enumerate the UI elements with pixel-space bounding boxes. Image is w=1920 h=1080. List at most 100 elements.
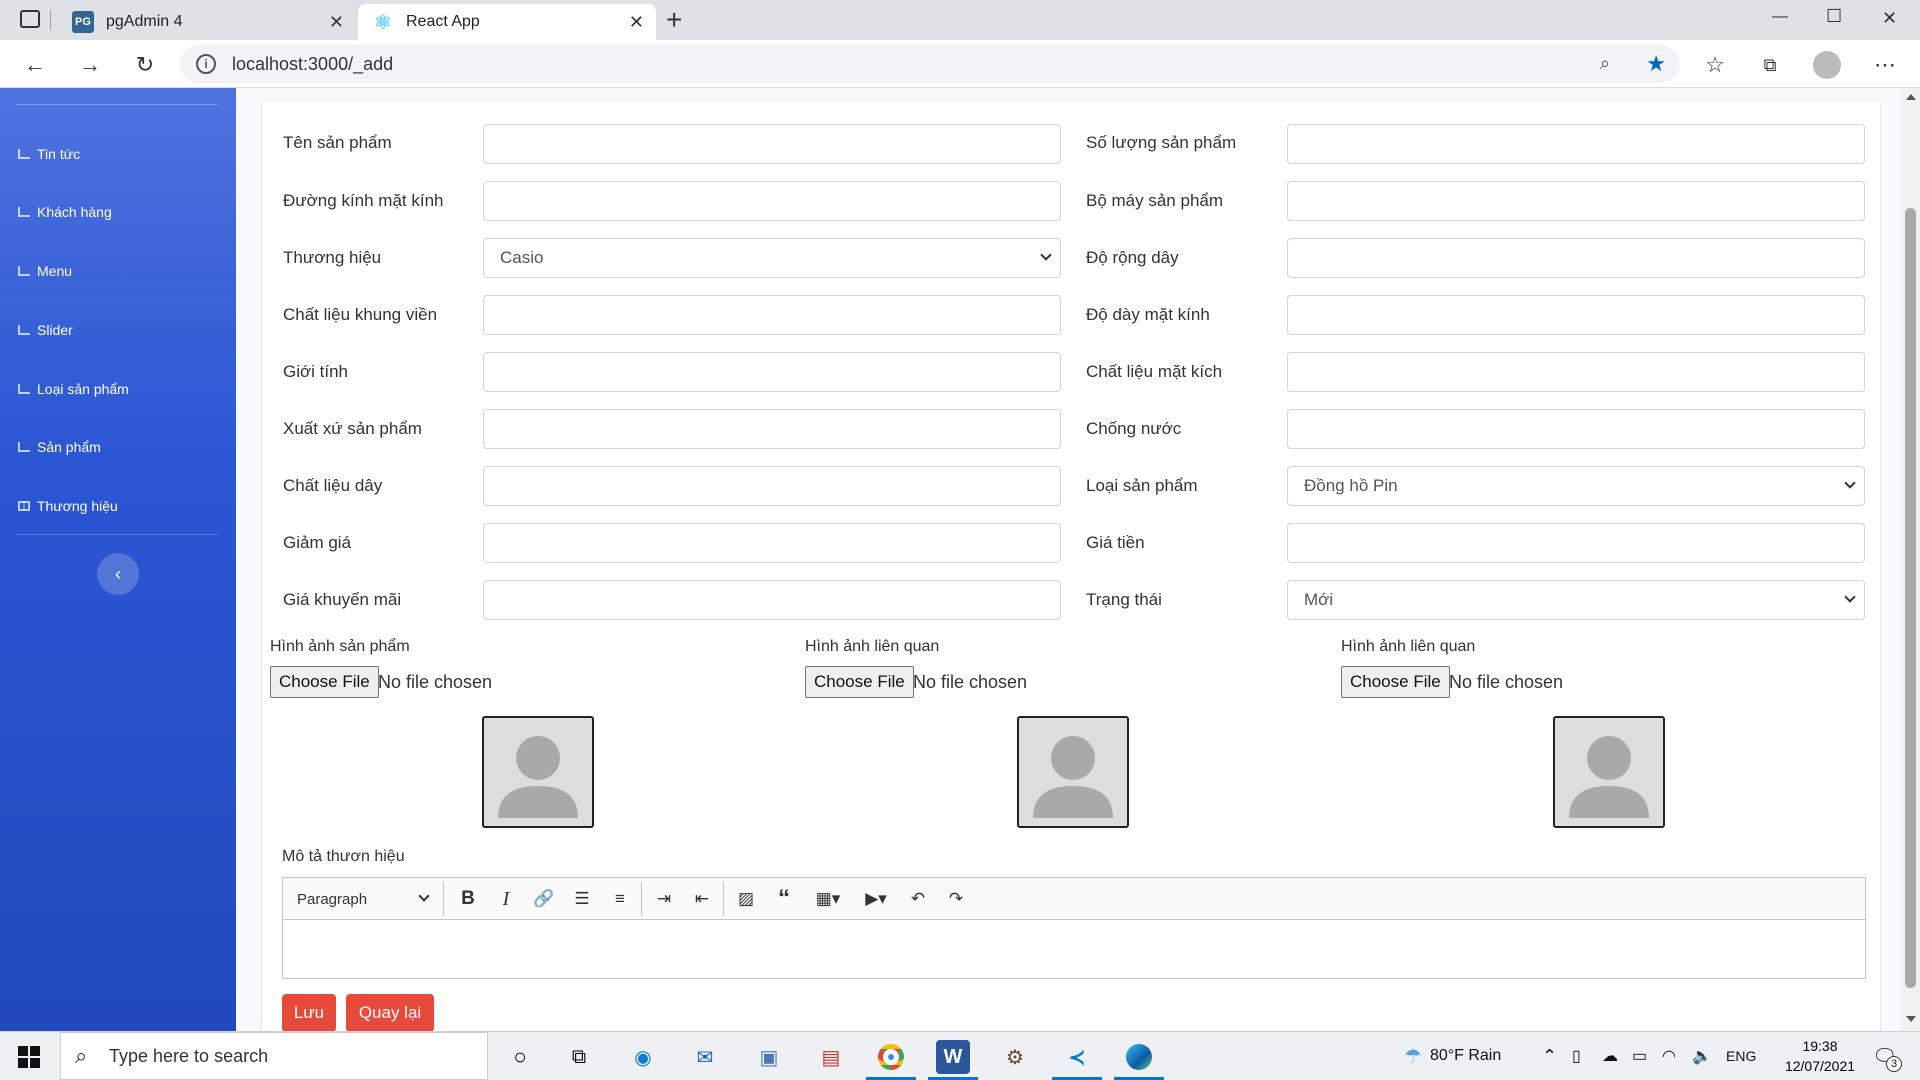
refresh-icon[interactable]: ↻	[130, 50, 160, 80]
favorite-star-icon[interactable]: ★	[1646, 51, 1666, 77]
sidebar-item-tin-tuc[interactable]: Tin tức	[18, 142, 80, 166]
taskbar-search-input[interactable]: ⌕ Type here to search	[60, 1032, 488, 1080]
app-icon-1[interactable]: ◉	[626, 1040, 660, 1074]
minimize-button[interactable]: —	[1772, 8, 1788, 26]
tab-actions-icon[interactable]	[20, 10, 40, 28]
chart-icon	[18, 325, 30, 335]
save-button[interactable]: Lưu	[282, 994, 336, 1032]
language-indicator[interactable]: ENG	[1726, 1032, 1756, 1080]
app-icon-3[interactable]: ▤	[814, 1040, 848, 1074]
page-scrollbar[interactable]	[1901, 88, 1920, 1031]
field-label: Giá khuyến mãi	[283, 590, 402, 609]
thuong-hieu-select[interactable]: Casio	[483, 238, 1061, 278]
cortana-icon[interactable]: ○	[503, 1040, 537, 1074]
chat-lieu-mat-kich-input[interactable]	[1287, 352, 1865, 392]
choose-file-button[interactable]: Choose File	[270, 666, 379, 698]
onedrive-icon[interactable]: ☁	[1602, 1032, 1618, 1080]
site-info-icon[interactable]: i	[196, 54, 216, 74]
weather-widget[interactable]: ☂ 80°F Rain	[1404, 1032, 1501, 1080]
bulleted-list-icon[interactable]: ☰	[569, 886, 595, 912]
gia-khuyen-mai-input[interactable]	[483, 580, 1061, 620]
favorites-icon[interactable]: ☆	[1700, 50, 1730, 80]
sidebar-item-khach-hang[interactable]: Khách hàng	[18, 200, 112, 224]
bo-may-san-pham-input[interactable]	[1287, 181, 1865, 221]
wifi-icon[interactable]: ◠	[1662, 1032, 1676, 1080]
sidebar-item-thuong-hieu[interactable]: Thương hiệu	[18, 494, 118, 518]
volume-icon[interactable]: 🔈	[1692, 1032, 1712, 1080]
choose-file-button[interactable]: Choose File	[805, 666, 914, 698]
chevron-up-icon[interactable]: ⌃	[1542, 1032, 1557, 1080]
chong-nuoc-input[interactable]	[1287, 409, 1865, 449]
back-icon[interactable]: ←	[20, 50, 50, 80]
more-menu-icon[interactable]: ⋯	[1870, 50, 1900, 80]
editor-content-area[interactable]	[283, 920, 1865, 978]
rich-text-editor: Paragraph B I 🔗 ☰ ≡ ⇥ ⇤ ▨ “ ▦▾ ▶▾ ↶ ↷	[282, 877, 1866, 979]
blockquote-icon[interactable]: “	[771, 885, 797, 912]
tab-pgadmin[interactable]: PG pgAdmin 4 ✕	[58, 4, 356, 40]
so-luong-san-pham-input[interactable]	[1287, 124, 1865, 164]
bold-icon[interactable]: B	[455, 886, 481, 912]
scroll-down-icon[interactable]	[1906, 1016, 1916, 1022]
outdent-icon[interactable]: ⇤	[689, 886, 715, 912]
block-format-select[interactable]: Paragraph	[297, 886, 432, 912]
gioi-tinh-input[interactable]	[483, 352, 1061, 392]
do-rong-day-input[interactable]	[1287, 238, 1865, 278]
chrome-icon[interactable]	[874, 1040, 908, 1074]
chat-lieu-khung-vien-input[interactable]	[483, 295, 1061, 335]
vscode-icon[interactable]: ≺	[1060, 1040, 1094, 1074]
sidebar-item-san-pham[interactable]: Sản phẩm	[18, 435, 101, 459]
sidebar-toggle-button[interactable]: ‹	[97, 553, 139, 595]
insert-media-icon[interactable]: ▶▾	[857, 886, 895, 912]
app-icon-4[interactable]: ⚙	[998, 1040, 1032, 1074]
field-label: Xuất xứ sản phẩm	[283, 419, 422, 438]
mail-icon[interactable]: ✉	[688, 1040, 722, 1074]
maximize-button[interactable]: ☐	[1826, 6, 1842, 27]
battery-icon[interactable]: ▭	[1632, 1032, 1647, 1080]
trang-thai-select[interactable]: Mới	[1287, 580, 1865, 620]
close-tab-icon[interactable]: ✕	[629, 12, 644, 33]
xuat-xu-san-pham-input[interactable]	[483, 409, 1061, 449]
sidebar-item-loai-san-pham[interactable]: Loại sản phẩm	[18, 377, 129, 401]
indent-icon[interactable]: ⇥	[651, 886, 677, 912]
sidebar-item-slider[interactable]: Slider	[18, 318, 73, 342]
edge-icon[interactable]	[1122, 1040, 1156, 1074]
insert-table-icon[interactable]: ▦▾	[809, 886, 847, 912]
duong-kinh-mat-kinh-input[interactable]	[483, 181, 1061, 221]
chat-lieu-day-input[interactable]	[483, 466, 1061, 506]
word-icon[interactable]: W	[936, 1040, 970, 1074]
choose-file-button[interactable]: Choose File	[1341, 666, 1450, 698]
gia-tien-input[interactable]	[1287, 523, 1865, 563]
image-preview	[1017, 716, 1129, 828]
ten-san-pham-input[interactable]	[483, 124, 1061, 164]
italic-icon[interactable]: I	[493, 886, 519, 912]
forward-icon[interactable]: →	[75, 50, 105, 80]
clock[interactable]: 19:38 12/07/2021	[1778, 1036, 1862, 1076]
profile-avatar[interactable]	[1812, 50, 1842, 80]
new-tab-button[interactable]: +	[666, 4, 682, 36]
link-icon[interactable]: 🔗	[531, 886, 557, 912]
collections-icon[interactable]: ⧉	[1755, 50, 1785, 80]
chevron-down-icon	[1040, 249, 1052, 261]
numbered-list-icon[interactable]: ≡	[607, 886, 633, 912]
address-bar[interactable]: i localhost:3000/_add ⌕ ★	[180, 45, 1680, 83]
task-view-icon[interactable]: ⧉	[562, 1040, 596, 1074]
close-window-button[interactable]: ✕	[1882, 8, 1897, 29]
undo-icon[interactable]: ↶	[905, 886, 931, 912]
back-button[interactable]: Quay lại	[346, 994, 434, 1032]
giam-gia-input[interactable]	[483, 523, 1061, 563]
scrollbar-thumb[interactable]	[1905, 208, 1916, 988]
app-tray-icon[interactable]: ▯	[1572, 1032, 1581, 1080]
app-icon-2[interactable]: ▣	[752, 1040, 786, 1074]
loai-san-pham-select[interactable]: Đồng hồ Pin	[1287, 466, 1865, 506]
close-tab-icon[interactable]: ✕	[329, 12, 344, 33]
tab-react-app[interactable]: ⚛ React App ✕	[358, 4, 656, 40]
zoom-icon[interactable]: ⌕	[1600, 53, 1610, 74]
windows-taskbar: ⌕ Type here to search ○ ⧉ ◉ ✉ ▣ ▤ W ⚙ ≺ …	[0, 1031, 1920, 1080]
notifications-icon[interactable]: 🗨 3	[1872, 1032, 1902, 1080]
windows-start-icon[interactable]	[12, 1040, 46, 1074]
sidebar-item-menu[interactable]: Menu	[18, 259, 72, 283]
do-day-mat-kinh-input[interactable]	[1287, 295, 1865, 335]
redo-icon[interactable]: ↷	[943, 886, 969, 912]
scroll-up-icon[interactable]	[1906, 94, 1916, 100]
insert-image-icon[interactable]: ▨	[733, 886, 759, 912]
